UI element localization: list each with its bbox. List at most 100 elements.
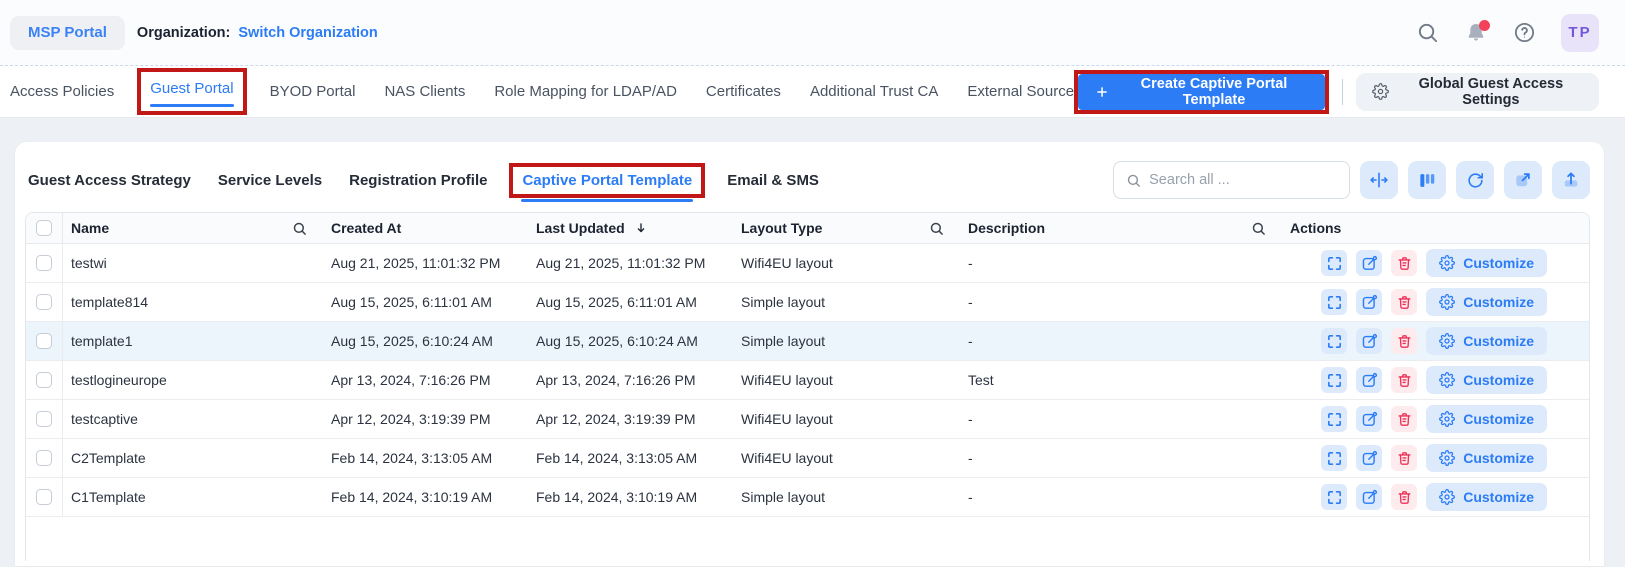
notifications-bell-icon[interactable] bbox=[1464, 19, 1490, 45]
delete-button[interactable] bbox=[1391, 484, 1418, 510]
column-header-description[interactable]: Description bbox=[968, 220, 1045, 236]
main-tabs: Access Policies Guest Portal BYOD Portal… bbox=[10, 68, 1074, 115]
page-content: Guest Access Strategy Service Levels Reg… bbox=[0, 118, 1625, 566]
subtab-registration-profile[interactable]: Registration Profile bbox=[349, 172, 487, 189]
cell-layout-type: Simple layout bbox=[741, 489, 826, 505]
preview-button[interactable] bbox=[1321, 250, 1348, 276]
cell-last-updated: Aug 21, 2025, 11:01:32 PM bbox=[536, 255, 706, 271]
tab-role-mapping-ldap[interactable]: Role Mapping for LDAP/AD bbox=[494, 77, 677, 106]
user-avatar[interactable]: TP bbox=[1561, 13, 1599, 52]
sort-desc-icon[interactable] bbox=[634, 221, 648, 235]
preview-button[interactable] bbox=[1321, 367, 1348, 393]
row-checkbox[interactable] bbox=[36, 333, 52, 349]
subtab-service-levels[interactable]: Service Levels bbox=[218, 172, 322, 189]
annotation-box-create-template: Create Captive Portal Template bbox=[1074, 69, 1329, 114]
edit-button[interactable] bbox=[1356, 328, 1383, 354]
tab-byod-portal[interactable]: BYOD Portal bbox=[270, 77, 356, 106]
edit-icon bbox=[1362, 411, 1377, 426]
expand-icon bbox=[1327, 295, 1341, 309]
cell-name: C1Template bbox=[71, 489, 146, 505]
row-checkbox[interactable] bbox=[36, 450, 52, 466]
edit-button[interactable] bbox=[1356, 445, 1383, 471]
column-search-icon[interactable] bbox=[929, 221, 944, 236]
column-header-layout-type[interactable]: Layout Type bbox=[741, 220, 822, 236]
tab-additional-trust-ca[interactable]: Additional Trust CA bbox=[810, 77, 938, 106]
tab-certificates[interactable]: Certificates bbox=[706, 77, 781, 106]
switch-organization-link[interactable]: Switch Organization bbox=[238, 25, 377, 41]
msp-portal-button[interactable]: MSP Portal bbox=[10, 15, 125, 50]
delete-button[interactable] bbox=[1391, 328, 1418, 354]
upload-button[interactable] bbox=[1552, 161, 1590, 199]
delete-button[interactable] bbox=[1391, 289, 1418, 315]
delete-button[interactable] bbox=[1391, 406, 1418, 432]
preview-button[interactable] bbox=[1321, 289, 1348, 315]
customize-button[interactable]: Customize bbox=[1426, 288, 1547, 316]
cell-name: testwi bbox=[71, 255, 107, 271]
tab-guest-portal[interactable]: Guest Portal bbox=[150, 74, 234, 107]
edit-icon bbox=[1362, 333, 1377, 348]
row-checkbox[interactable] bbox=[36, 411, 52, 427]
delete-button[interactable] bbox=[1391, 367, 1418, 393]
cell-description: - bbox=[968, 411, 973, 427]
delete-button[interactable] bbox=[1391, 445, 1418, 471]
cell-actions: Customize bbox=[1282, 244, 1589, 282]
subtab-captive-portal-template[interactable]: Captive Portal Template bbox=[522, 172, 692, 189]
cell-description: - bbox=[968, 294, 973, 310]
cell-created-at: Aug 15, 2025, 6:10:24 AM bbox=[331, 333, 493, 349]
customize-button[interactable]: Customize bbox=[1426, 483, 1547, 511]
global-guest-access-settings-button[interactable]: Global Guest Access Settings bbox=[1355, 72, 1599, 111]
column-header-last-updated[interactable]: Last Updated bbox=[536, 220, 625, 236]
search-input[interactable] bbox=[1149, 172, 1337, 188]
edit-button[interactable] bbox=[1356, 406, 1383, 432]
cell-last-updated: Apr 13, 2024, 7:16:26 PM bbox=[536, 372, 696, 388]
customize-button[interactable]: Customize bbox=[1426, 366, 1547, 394]
preview-button[interactable] bbox=[1321, 328, 1348, 354]
row-checkbox[interactable] bbox=[36, 294, 52, 310]
create-captive-portal-template-button[interactable]: Create Captive Portal Template bbox=[1078, 73, 1325, 110]
subtab-email-sms[interactable]: Email & SMS bbox=[727, 172, 819, 189]
cell-actions: Customize bbox=[1282, 439, 1589, 477]
table-row: template1 Aug 15, 2025, 6:10:24 AM Aug 1… bbox=[26, 322, 1589, 361]
cell-created-at: Aug 15, 2025, 6:11:01 AM bbox=[331, 294, 492, 310]
table-header-row: Name Created At Last Updated Layout Type… bbox=[26, 213, 1589, 244]
preview-button[interactable] bbox=[1321, 445, 1348, 471]
help-icon[interactable] bbox=[1513, 21, 1536, 44]
cell-actions: Customize bbox=[1282, 322, 1589, 360]
search-icon[interactable] bbox=[1416, 21, 1439, 44]
gear-icon bbox=[1439, 333, 1456, 349]
customize-button[interactable]: Customize bbox=[1426, 327, 1547, 355]
preview-button[interactable] bbox=[1321, 406, 1348, 432]
trash-icon bbox=[1398, 334, 1411, 348]
edit-button[interactable] bbox=[1356, 250, 1383, 276]
preview-button[interactable] bbox=[1321, 484, 1348, 510]
delete-button[interactable] bbox=[1391, 250, 1418, 276]
column-resize-button[interactable] bbox=[1360, 161, 1398, 199]
tab-external-source[interactable]: External Source bbox=[967, 77, 1074, 106]
subtab-guest-access-strategy[interactable]: Guest Access Strategy bbox=[28, 172, 191, 189]
customize-button[interactable]: Customize bbox=[1426, 444, 1547, 472]
row-checkbox[interactable] bbox=[36, 372, 52, 388]
row-checkbox[interactable] bbox=[36, 489, 52, 505]
expand-icon bbox=[1327, 490, 1341, 504]
tab-nas-clients[interactable]: NAS Clients bbox=[384, 77, 465, 106]
column-header-created-at[interactable]: Created At bbox=[331, 220, 401, 236]
column-search-icon[interactable] bbox=[292, 221, 307, 236]
edit-button[interactable] bbox=[1356, 289, 1383, 315]
cell-layout-type: Wifi4EU layout bbox=[741, 255, 833, 271]
gear-icon bbox=[1371, 83, 1389, 100]
column-search-icon[interactable] bbox=[1251, 221, 1266, 236]
export-button[interactable] bbox=[1504, 161, 1542, 199]
trash-icon bbox=[1398, 295, 1411, 309]
row-checkbox[interactable] bbox=[36, 255, 52, 271]
table-columns-button[interactable] bbox=[1408, 161, 1446, 199]
expand-icon bbox=[1327, 256, 1341, 270]
edit-button[interactable] bbox=[1356, 367, 1383, 393]
edit-button[interactable] bbox=[1356, 484, 1383, 510]
search-box[interactable] bbox=[1113, 161, 1350, 199]
select-all-checkbox[interactable] bbox=[36, 220, 52, 236]
column-header-name[interactable]: Name bbox=[71, 220, 109, 236]
customize-button[interactable]: Customize bbox=[1426, 249, 1547, 277]
tab-access-policies[interactable]: Access Policies bbox=[10, 77, 114, 106]
refresh-button[interactable] bbox=[1456, 161, 1494, 199]
customize-button[interactable]: Customize bbox=[1426, 405, 1547, 433]
